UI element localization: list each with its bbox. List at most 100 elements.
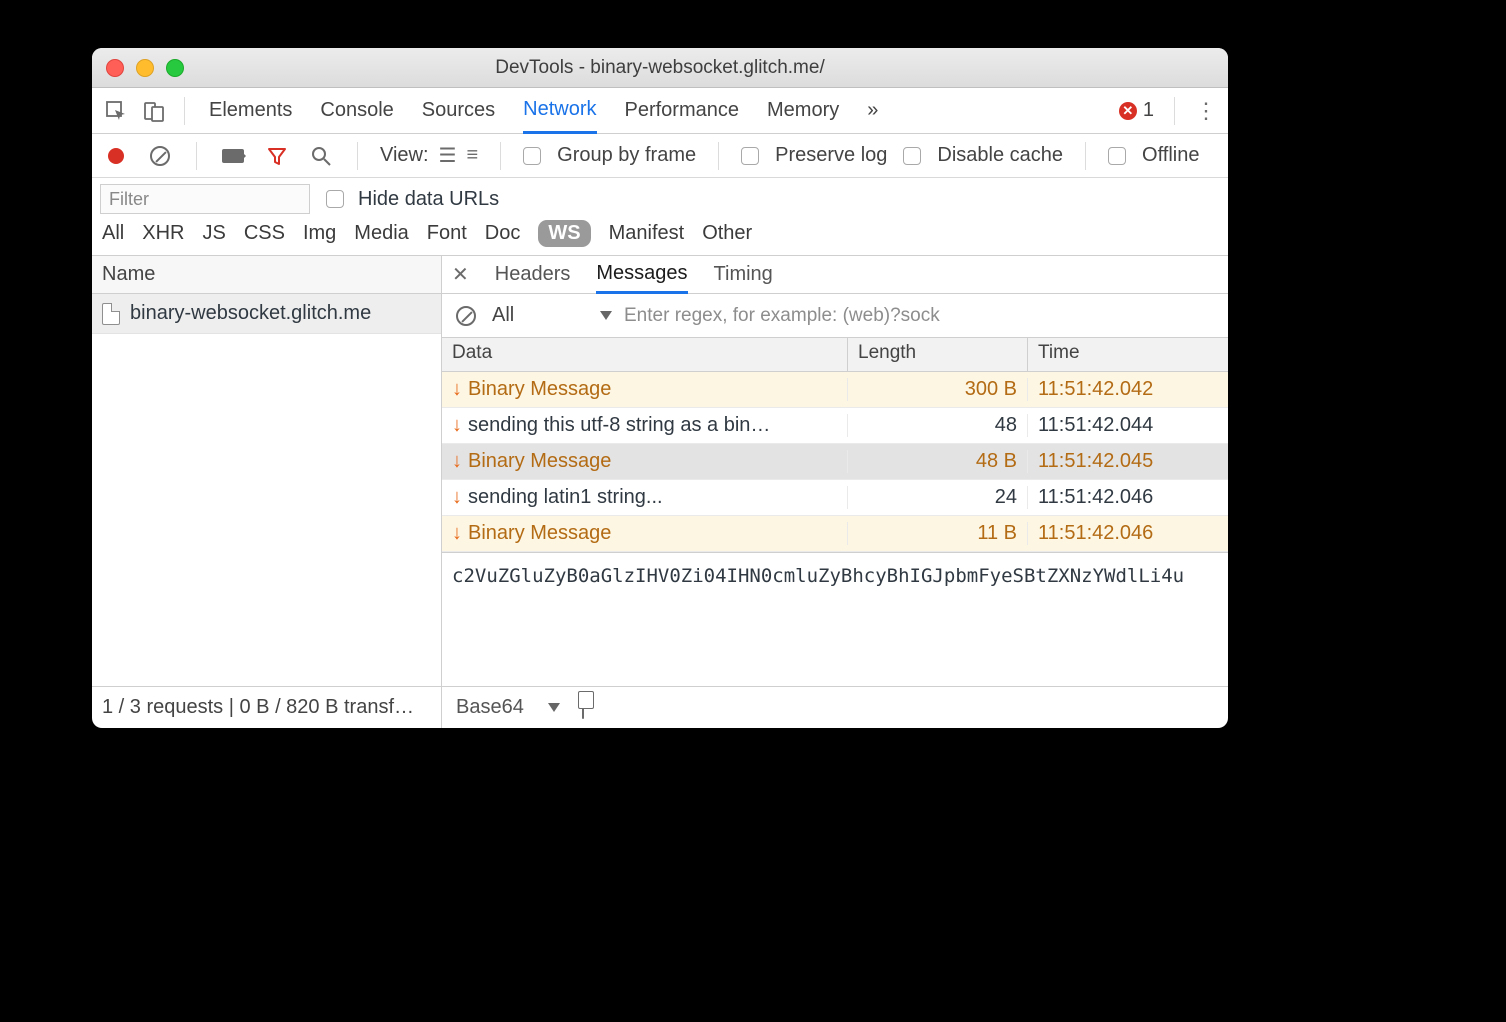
hide-data-urls-checkbox[interactable]: Hide data URLs xyxy=(326,188,499,211)
separator xyxy=(1085,142,1086,170)
arrow-down-icon: ↓ xyxy=(452,414,462,437)
message-text: Binary Message xyxy=(468,522,611,545)
toggle-device-icon[interactable] xyxy=(140,97,168,125)
tab-overflow-chevron[interactable]: » xyxy=(867,88,878,133)
close-window-button[interactable] xyxy=(106,59,124,77)
clear-icon[interactable] xyxy=(146,142,174,170)
message-length: 48 B xyxy=(848,450,1028,473)
message-row[interactable]: ↓sending latin1 string...2411:51:42.046 xyxy=(442,480,1228,516)
request-status: 1 / 3 requests | 0 B / 820 B transf… xyxy=(92,687,442,728)
arrow-down-icon: ↓ xyxy=(452,378,462,401)
type-other[interactable]: Other xyxy=(702,222,752,245)
arrow-down-icon: ↓ xyxy=(452,522,462,545)
titlebar: DevTools - binary-websocket.glitch.me/ xyxy=(92,48,1228,88)
type-ws[interactable]: WS xyxy=(538,220,590,247)
disable-cache-checkbox[interactable]: Disable cache xyxy=(903,144,1063,167)
message-type-select[interactable]: All xyxy=(492,304,612,327)
error-icon: ✕ xyxy=(1119,102,1137,120)
large-rows-icon[interactable]: ☰ xyxy=(439,143,457,168)
detail-pane: ✕ Headers Messages Timing All Data Lengt… xyxy=(442,256,1228,686)
capture-screenshot-icon[interactable] xyxy=(219,142,247,170)
detail-tab-messages[interactable]: Messages xyxy=(596,257,687,294)
tab-elements[interactable]: Elements xyxy=(209,88,292,133)
request-row[interactable]: binary-websocket.glitch.me xyxy=(92,294,441,334)
tab-performance[interactable]: Performance xyxy=(625,88,740,133)
clear-messages-icon[interactable] xyxy=(452,302,480,330)
request-list-pane: Name binary-websocket.glitch.me xyxy=(92,256,442,686)
col-length[interactable]: Length xyxy=(848,338,1028,371)
separator xyxy=(184,97,185,125)
message-text: sending this utf-8 string as a bin… xyxy=(468,414,770,437)
inspect-element-icon[interactable] xyxy=(102,97,130,125)
separator xyxy=(718,142,719,170)
record-button[interactable] xyxy=(102,142,130,170)
panel-tabs: Elements Console Sources Network Perform… xyxy=(209,88,878,133)
messages-list: ↓Binary Message300 B11:51:42.042↓sending… xyxy=(442,372,1228,552)
main-tabbar: Elements Console Sources Network Perform… xyxy=(92,88,1228,134)
separator xyxy=(1174,97,1175,125)
type-js[interactable]: JS xyxy=(202,222,225,245)
close-detail-icon[interactable]: ✕ xyxy=(452,262,469,287)
message-preview: c2VuZGluZyB0aGlzIHV0Zi04IHN0cmluZyBhcyBh… xyxy=(442,552,1228,686)
message-row[interactable]: ↓ sending this utf-8 string as a bin… 4811… xyxy=(442,408,1228,444)
content-area: Name binary-websocket.glitch.me ✕ Header… xyxy=(92,256,1228,686)
type-all[interactable]: All xyxy=(102,222,124,245)
message-time: 11:51:42.044 xyxy=(1028,414,1228,437)
messages-header: Data Length Time xyxy=(442,338,1228,372)
arrow-down-icon: ↓ xyxy=(452,486,462,509)
type-img[interactable]: Img xyxy=(303,222,336,245)
copy-icon[interactable] xyxy=(582,696,584,719)
minimize-window-button[interactable] xyxy=(136,59,154,77)
small-rows-icon[interactable]: ≡ xyxy=(466,144,478,167)
separator xyxy=(357,142,358,170)
tab-network[interactable]: Network xyxy=(523,89,596,134)
filter-input[interactable]: Filter xyxy=(100,184,310,214)
type-doc[interactable]: Doc xyxy=(485,222,521,245)
arrow-down-icon: ↓ xyxy=(452,450,462,473)
message-regex-input[interactable] xyxy=(624,301,1218,331)
tab-sources[interactable]: Sources xyxy=(422,88,495,133)
message-row[interactable]: ↓Binary Message300 B11:51:42.042 xyxy=(442,372,1228,408)
request-type-filter: All XHR JS CSS Img Media Font Doc WS Man… xyxy=(92,214,1228,256)
group-by-frame-checkbox[interactable]: Group by frame xyxy=(523,144,696,167)
filter-bar: Filter Hide data URLs xyxy=(92,178,1228,214)
dropdown-icon xyxy=(548,703,560,712)
message-length: 11 B xyxy=(848,522,1028,545)
tab-memory[interactable]: Memory xyxy=(767,88,839,133)
type-manifest[interactable]: Manifest xyxy=(609,222,685,245)
filter-icon[interactable] xyxy=(263,142,291,170)
message-row[interactable]: ↓ Binary Message 11 B11:51:42.046 xyxy=(442,516,1228,552)
detail-tab-timing[interactable]: Timing xyxy=(714,256,773,293)
detail-tab-headers[interactable]: Headers xyxy=(495,256,571,293)
file-icon xyxy=(102,303,120,325)
search-icon[interactable] xyxy=(307,142,335,170)
separator xyxy=(500,142,501,170)
maximize-window-button[interactable] xyxy=(166,59,184,77)
message-length: 48 xyxy=(848,414,1028,437)
message-time: 11:51:42.046 xyxy=(1028,522,1228,545)
col-time[interactable]: Time xyxy=(1028,338,1228,371)
filter-placeholder: Filter xyxy=(109,189,149,210)
devtools-window: DevTools - binary-websocket.glitch.me/ E… xyxy=(92,48,1228,728)
type-xhr[interactable]: XHR xyxy=(142,222,184,245)
network-toolbar: View: ☰ ≡ Group by frame Preserve log Di… xyxy=(92,134,1228,178)
type-media[interactable]: Media xyxy=(354,222,408,245)
type-font[interactable]: Font xyxy=(427,222,467,245)
error-count[interactable]: ✕ 1 xyxy=(1119,99,1154,122)
message-time: 11:51:42.046 xyxy=(1028,486,1228,509)
status-footer: 1 / 3 requests | 0 B / 820 B transf… Bas… xyxy=(92,686,1228,728)
message-row[interactable]: ↓Binary Message48 B11:51:42.045 xyxy=(442,444,1228,480)
view-label: View: xyxy=(380,144,429,167)
messages-filter-row: All xyxy=(442,294,1228,338)
col-data[interactable]: Data xyxy=(442,338,848,371)
request-name: binary-websocket.glitch.me xyxy=(130,302,371,325)
encoding-select[interactable]: Base64 xyxy=(456,696,560,719)
message-text: Binary Message xyxy=(468,450,611,473)
window-title: DevTools - binary-websocket.glitch.me/ xyxy=(92,57,1228,79)
name-column-header[interactable]: Name xyxy=(92,256,441,294)
preserve-log-checkbox[interactable]: Preserve log xyxy=(741,144,887,167)
offline-checkbox[interactable]: Offline xyxy=(1108,144,1199,167)
tab-console[interactable]: Console xyxy=(320,88,393,133)
type-css[interactable]: CSS xyxy=(244,222,285,245)
more-menu-icon[interactable]: ⋮ xyxy=(1195,98,1218,124)
